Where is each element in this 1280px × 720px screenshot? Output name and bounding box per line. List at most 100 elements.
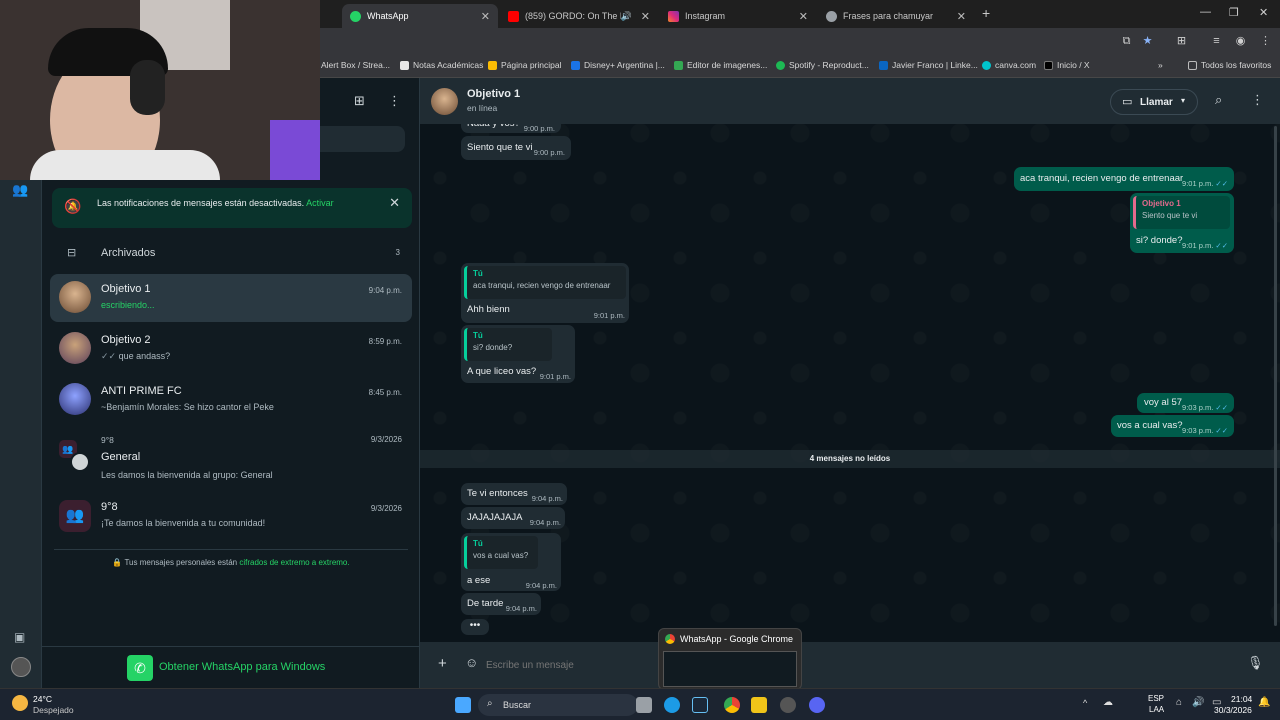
tab-youtube[interactable]: (859) GORDO: On The Beat 🔊 ✕ [500, 4, 658, 28]
weather-temp[interactable]: 24°C [33, 694, 52, 704]
scrollbar[interactable] [1274, 126, 1277, 626]
chat-item-objetivo-1[interactable]: Objetivo 1 escribiendo... 9:04 p.m. [50, 274, 412, 322]
install-app-icon[interactable]: ⧉ [1120, 35, 1133, 48]
menu-icon[interactable]: ⋮ [388, 93, 401, 109]
close-tab-icon[interactable]: ✕ [481, 10, 490, 23]
message-outgoing-reply[interactable]: Objetivo 1 Siento que te vi si? donde? 9… [1130, 193, 1234, 253]
contact-name[interactable]: Objetivo 1 [467, 88, 520, 100]
taskbar-preview-popup[interactable]: WhatsApp - Google Chrome [658, 628, 802, 690]
encryption-link[interactable]: cifrados de extremo a extremo. [239, 558, 349, 567]
media-control-icon[interactable]: ≡ [1210, 35, 1223, 48]
bookmark-item[interactable]: Spotify - Reproduct... [776, 60, 869, 70]
media-icon[interactable]: ▣ [14, 630, 25, 644]
language-code[interactable]: ESP [1148, 694, 1164, 703]
moon-weather-icon[interactable] [12, 695, 28, 711]
windows-start-icon[interactable] [455, 697, 471, 713]
youtube-icon [508, 10, 519, 22]
chat-item-9-8[interactable]: 👥 9°8 ¡Te damos la bienvenida a tu comun… [50, 492, 412, 540]
encryption-text: Tus mensajes personales están [124, 558, 238, 567]
close-window-button[interactable]: ✕ [1259, 6, 1268, 19]
chevron-up-icon[interactable]: ^ [1083, 698, 1087, 708]
bookmark-item[interactable]: Disney+ Argentina |... [571, 60, 665, 70]
message-outgoing[interactable]: vos a cual vas? 9:03 p.m. ✓✓ [1111, 415, 1234, 437]
new-tab-button[interactable]: + [982, 5, 990, 21]
message-outgoing[interactable]: voy al 57 9:03 p.m. ✓✓ [1137, 393, 1234, 413]
tab-whatsapp[interactable]: WhatsApp ✕ [342, 4, 498, 28]
message-incoming[interactable]: Te vi entonces 9:04 p.m. [461, 483, 567, 505]
chrome-taskbar-icon[interactable] [724, 697, 740, 713]
keyboard-layout: LAA [1149, 705, 1165, 714]
bookmark-item[interactable]: Notas Académicas [400, 60, 483, 70]
file-explorer-icon[interactable] [751, 697, 767, 713]
quoted-message[interactable]: Tú vos a cual vas? [464, 536, 538, 569]
archived-row[interactable]: ⊟ Archivados 3 [50, 240, 412, 266]
speaker-icon[interactable]: 🔊 [621, 11, 632, 22]
message-input[interactable] [486, 652, 1186, 678]
message-incoming[interactable]: Siento que te vi 9:00 p.m. [461, 136, 571, 160]
chat-item-general[interactable]: 👥 9°8 General Les damos la bienvenida al… [50, 430, 412, 486]
edge-icon[interactable] [664, 697, 680, 713]
message-incoming[interactable]: JAJAJAJAJA 9:04 p.m. [461, 507, 565, 529]
more-bookmarks-icon[interactable]: » [1158, 60, 1163, 70]
quote-text: Siento que te vi [1142, 211, 1198, 220]
bookmark-item[interactable]: canva.com [982, 60, 1036, 70]
attach-icon[interactable]: + [438, 655, 447, 672]
activate-link[interactable]: Activar [306, 198, 334, 208]
taskbar-search[interactable]: ⌕ Buscar [478, 694, 638, 716]
chat-item-objetivo-2[interactable]: Objetivo 2 ✓✓ que andass? 8:59 p.m. [50, 325, 412, 373]
quoted-message[interactable]: Tú si? donde? [464, 328, 552, 361]
close-tab-icon[interactable]: ✕ [957, 10, 966, 23]
task-view-icon[interactable] [636, 697, 652, 713]
discord-icon[interactable] [809, 697, 825, 713]
message-incoming[interactable]: De tarde 9:04 p.m. [461, 593, 541, 615]
message-outgoing[interactable]: aca tranqui, recien vengo de entrenaar 9… [1014, 167, 1234, 191]
close-tab-icon[interactable]: ✕ [641, 10, 650, 23]
cloud-icon[interactable]: ☁ [1103, 697, 1113, 708]
menu-icon[interactable]: ⋮ [1251, 92, 1264, 108]
close-tab-icon[interactable]: ✕ [799, 10, 808, 23]
tab-frases[interactable]: Frases para chamuyar ✕ [818, 4, 974, 28]
message-text: JAJAJAJAJA [467, 512, 523, 523]
clock-time[interactable]: 21:04 [1231, 694, 1252, 704]
get-app-banner[interactable]: ✆ Obtener WhatsApp para Windows [42, 646, 420, 688]
chat-time: 9:04 p.m. [368, 286, 402, 295]
bookmark-item[interactable]: Javier Franco | Linke... [879, 60, 978, 70]
bookmark-item[interactable]: Página principal [488, 60, 561, 70]
volume-icon[interactable]: 🔊 [1192, 697, 1204, 708]
sticker-icon[interactable]: ☺ [465, 655, 478, 670]
extensions-icon[interactable]: ⊞ [1175, 35, 1188, 48]
streamer-shirt [30, 150, 220, 180]
search-icon[interactable]: ⌕ [1215, 92, 1222, 108]
app-icon[interactable] [780, 697, 796, 713]
message-incoming-reply[interactable]: Tú aca tranqui, recien vengo de entrenaa… [461, 263, 629, 323]
call-button[interactable]: ▭ Llamar ▾ [1110, 89, 1198, 115]
profile-avatar[interactable] [11, 657, 31, 677]
message-incoming-reply[interactable]: Tú vos a cual vas? a ese 9:04 p.m. [461, 533, 561, 591]
get-app-label: Obtener WhatsApp para Windows [159, 661, 326, 673]
all-bookmarks[interactable]: Todos los favoritos [1188, 60, 1271, 70]
communities-icon[interactable]: 👥 [12, 182, 28, 198]
chat-item-anti-prime-fc[interactable]: ANTI PRIME FC ~Benjamín Morales: Se hizo… [50, 376, 412, 424]
banner-text: Las notificaciones de mensajes están des… [97, 198, 305, 208]
tab-instagram[interactable]: Instagram ✕ [660, 4, 816, 28]
close-icon[interactable]: ✕ [389, 195, 400, 211]
microphone-icon[interactable]: 🎙 [1247, 655, 1264, 671]
quoted-message[interactable]: Tú aca tranqui, recien vengo de entrenaa… [464, 266, 626, 299]
notification-bell-icon[interactable]: 🔔 [1258, 697, 1270, 708]
bookmark-item[interactable]: Alert Box / Strea... [321, 60, 390, 70]
bookmark-star-icon[interactable]: ★ [1141, 35, 1154, 48]
minimize-button[interactable]: — [1200, 6, 1211, 18]
menu-icon[interactable]: ⋮ [1259, 35, 1272, 48]
bookmark-item[interactable]: Editor de imagenes... [674, 60, 767, 70]
network-icon[interactable]: ⌂ [1176, 697, 1182, 708]
profile-icon[interactable]: ◉ [1234, 35, 1247, 48]
steam-icon[interactable] [692, 697, 708, 713]
contact-avatar[interactable] [431, 88, 458, 115]
message-incoming-reply[interactable]: Tú si? donde? A que liceo vas? 9:01 p.m. [461, 325, 575, 383]
quoted-message[interactable]: Objetivo 1 Siento que te vi [1133, 196, 1230, 229]
message-text: Siento que te vi [467, 142, 533, 153]
message-composer: + ☺ 🎙 [420, 642, 1280, 688]
bookmark-item[interactable]: Inicio / X [1044, 60, 1090, 70]
restore-button[interactable]: ❐ [1229, 6, 1239, 19]
new-chat-icon[interactable]: ⊞ [354, 93, 365, 109]
